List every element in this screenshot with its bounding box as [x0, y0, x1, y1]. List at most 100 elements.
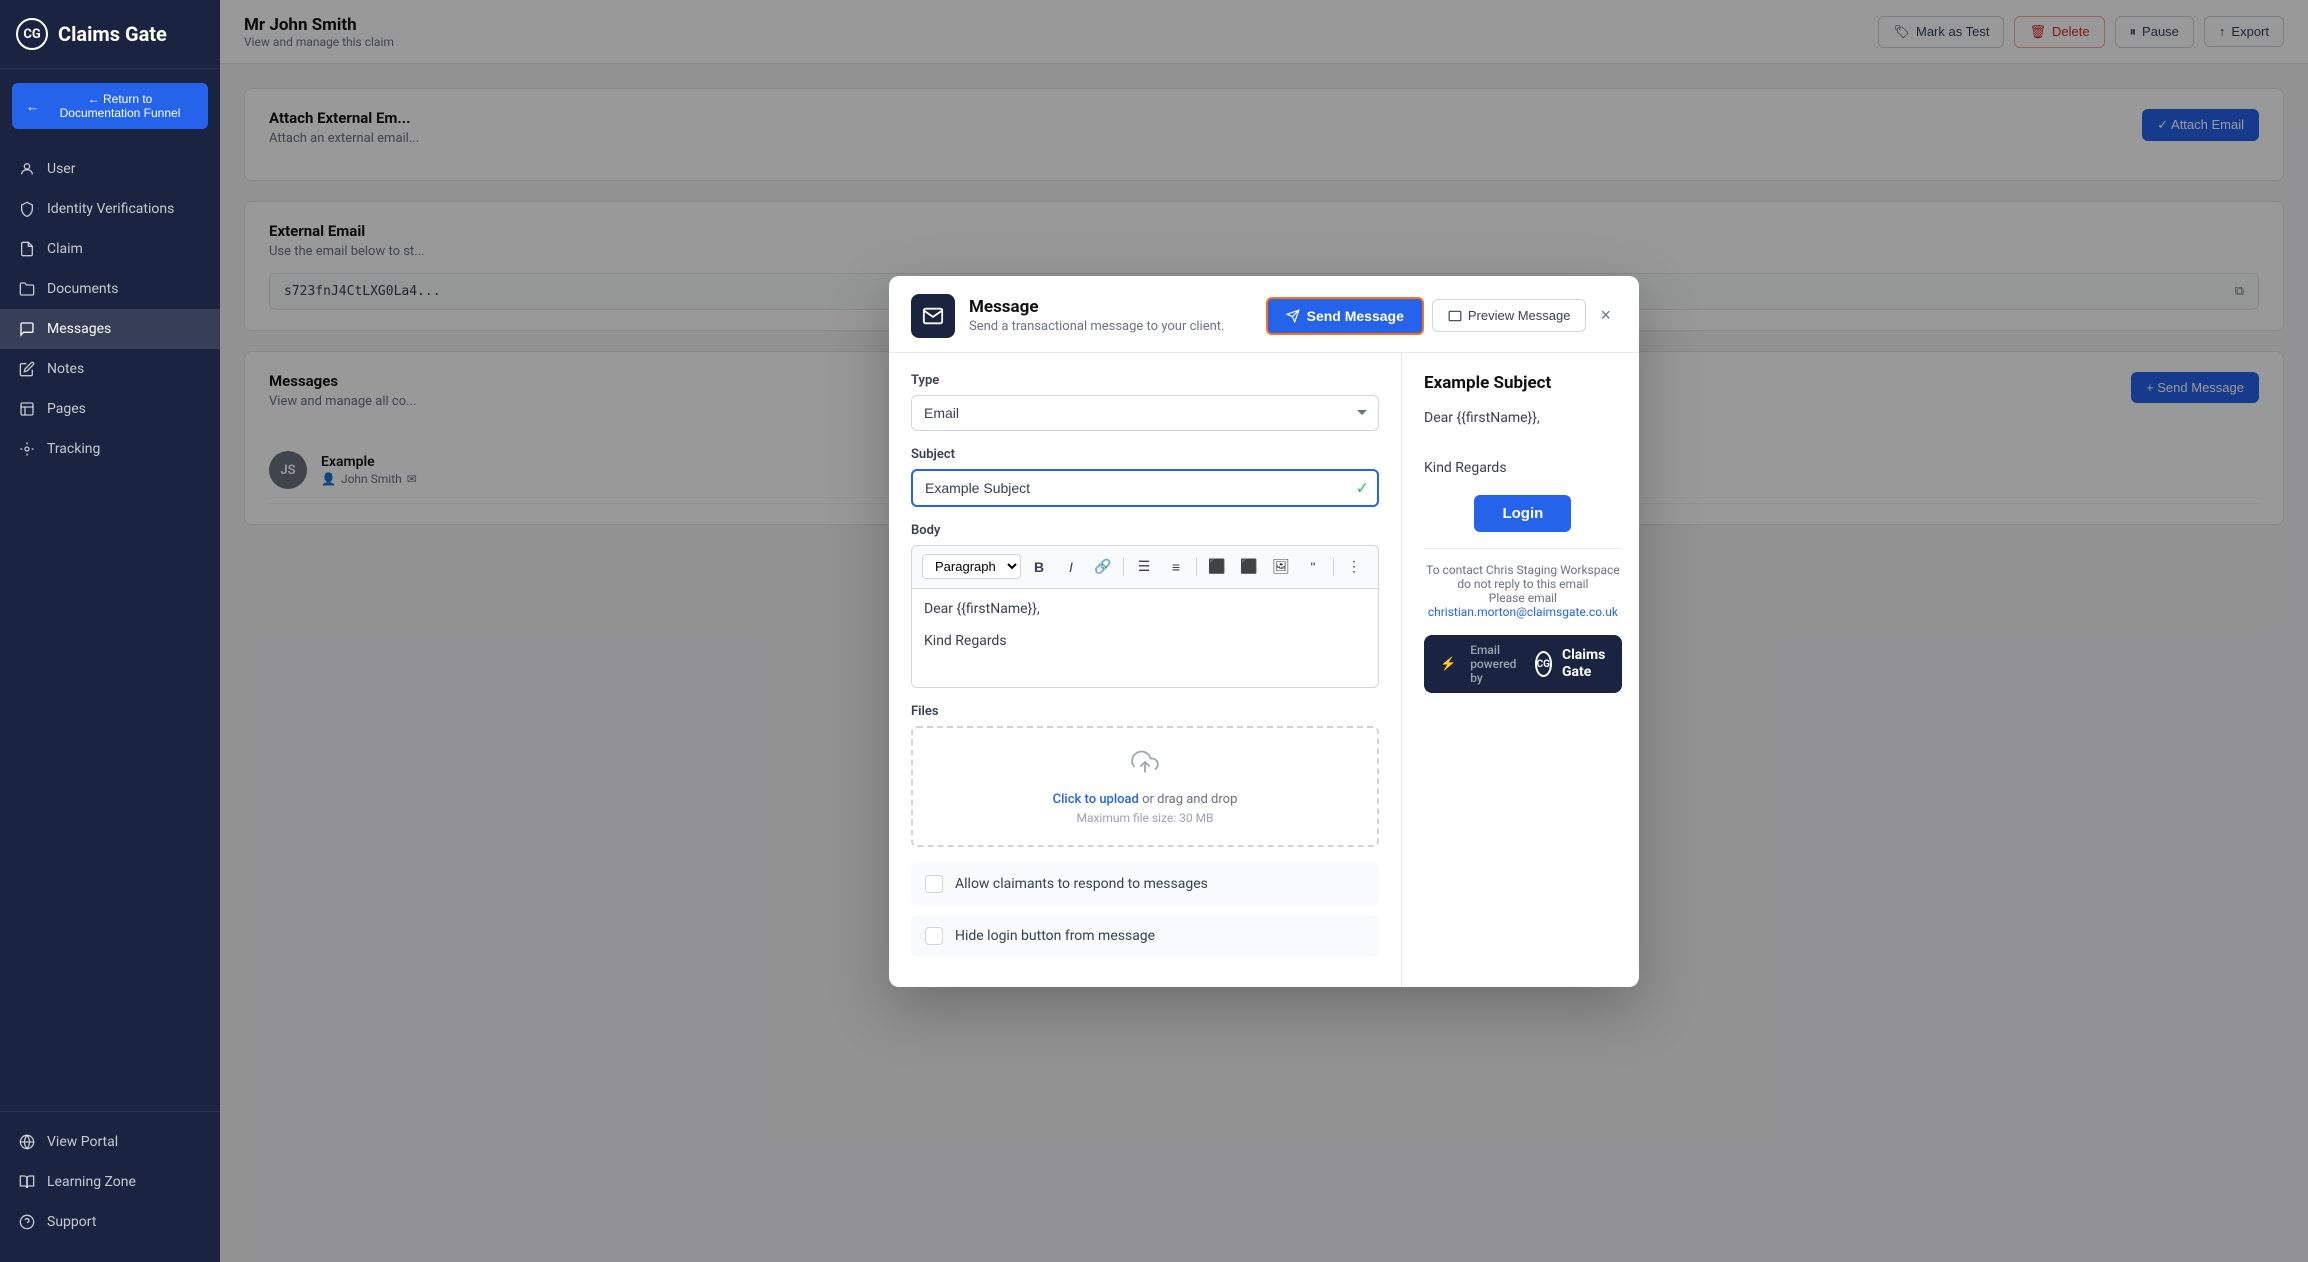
powered-brand: Claims Gate — [1562, 647, 1606, 681]
preview-closing: Kind Regards — [1424, 457, 1622, 479]
modal-preview-panel: Example Subject Dear {{firstName}}, Kind… — [1402, 353, 1639, 987]
type-select[interactable]: Email — [911, 395, 1379, 431]
subject-check-icon: ✓ — [1356, 478, 1369, 497]
sidebar-item-label: Messages — [47, 321, 111, 337]
sidebar-item-user[interactable]: User — [0, 149, 220, 189]
bullet-list-button[interactable]: ☰ — [1130, 553, 1158, 581]
support-icon — [18, 1213, 36, 1231]
modal-subtitle: Send a transactional message to your cli… — [969, 319, 1224, 334]
files-section: Files Click to upload or drag and drop M… — [911, 704, 1379, 847]
preview-login-label: Login — [1502, 505, 1543, 522]
modal-preview-button[interactable]: Preview Message — [1432, 299, 1587, 332]
files-label: Files — [911, 704, 1379, 719]
tracking-icon — [18, 440, 36, 458]
subject-input-wrapper: ✓ — [911, 469, 1379, 507]
sidebar-item-label: Notes — [47, 361, 84, 377]
portal-icon — [18, 1133, 36, 1151]
notes-icon — [18, 360, 36, 378]
body-line-1: Dear {{firstName}}, — [924, 601, 1366, 617]
user-icon — [18, 160, 36, 178]
editor-body[interactable]: Dear {{firstName}}, Kind Regards — [911, 588, 1379, 688]
lightning-icon: ⚡ — [1440, 657, 1456, 672]
subject-group: Subject ✓ — [911, 447, 1379, 507]
checkbox-hide-login-row: Hide login button from message — [911, 915, 1379, 957]
toolbar-divider-2 — [1196, 558, 1197, 576]
contact-line2: Please email christian.morton@claimsgate… — [1424, 591, 1622, 619]
editor-toolbar: Paragraph B I 🔗 ☰ ≡ ⬛ ⬛ 🖼 " — [911, 545, 1379, 588]
preview-subject: Example Subject — [1424, 373, 1622, 393]
sidebar-item-label: Identity Verifications — [47, 201, 174, 217]
sidebar-item-label: Pages — [47, 401, 86, 417]
sidebar-item-tracking[interactable]: Tracking — [0, 429, 220, 469]
contact-email-link[interactable]: christian.morton@claimsgate.co.uk — [1428, 605, 1618, 619]
modal-header-icon — [911, 294, 955, 338]
sidebar-item-label: View Portal — [47, 1134, 118, 1150]
main-content: Mr John Smith View and manage this claim… — [220, 0, 2308, 1262]
logo-icon: CG — [16, 18, 48, 50]
modal-send-label: Send Message — [1307, 308, 1404, 324]
drag-text: or drag and drop — [1139, 792, 1237, 807]
sidebar-item-support[interactable]: Support — [0, 1202, 220, 1242]
italic-button[interactable]: I — [1057, 553, 1085, 581]
upload-link[interactable]: Click to upload — [1053, 792, 1139, 807]
modal-body: Type Email Subject ✓ — [889, 353, 1639, 987]
sidebar-item-claim[interactable]: Claim — [0, 229, 220, 269]
image-button[interactable]: 🖼 — [1267, 553, 1295, 581]
sidebar-item-learning-zone[interactable]: Learning Zone — [0, 1162, 220, 1202]
subject-label: Subject — [911, 447, 1379, 462]
pages-icon — [18, 400, 36, 418]
learning-icon — [18, 1173, 36, 1191]
sidebar-item-notes[interactable]: Notes — [0, 349, 220, 389]
sidebar-item-messages[interactable]: Messages — [0, 309, 220, 349]
files-max-size: Maximum file size: 30 MB — [933, 811, 1357, 825]
sidebar-item-label: Documents — [47, 281, 118, 297]
upload-icon — [933, 748, 1357, 782]
paragraph-select[interactable]: Paragraph — [922, 554, 1021, 579]
body-label: Body — [911, 523, 1379, 538]
checkbox-respond-label: Allow claimants to respond to messages — [955, 876, 1208, 892]
preview-login-button[interactable]: Login — [1474, 495, 1571, 532]
modal-header: Message Send a transactional message to … — [889, 276, 1639, 353]
quote-button[interactable]: " — [1299, 553, 1327, 581]
preview-greeting: Dear {{firstName}}, — [1424, 407, 1622, 429]
sidebar-item-label: Support — [47, 1214, 96, 1230]
return-icon: ← — [26, 99, 39, 114]
sidebar-item-identity[interactable]: Identity Verifications — [0, 189, 220, 229]
sidebar-item-documents[interactable]: Documents — [0, 269, 220, 309]
allow-respond-checkbox[interactable] — [925, 875, 943, 893]
ordered-list-button[interactable]: ≡ — [1162, 553, 1190, 581]
modal-title-block: Message Send a transactional message to … — [969, 297, 1224, 334]
preview-spacer — [1424, 441, 1622, 457]
align-left-button[interactable]: ⬛ — [1203, 553, 1231, 581]
shield-icon — [18, 200, 36, 218]
align-right-button[interactable]: ⬛ — [1235, 553, 1263, 581]
sidebar-item-label: User — [47, 161, 75, 177]
toolbar-divider-1 — [1123, 558, 1124, 576]
sidebar-item-pages[interactable]: Pages — [0, 389, 220, 429]
return-to-funnel-button[interactable]: ← ← Return to Documentation Funnel — [12, 83, 208, 129]
return-btn-label: ← Return to Documentation Funnel — [46, 92, 194, 120]
checkbox-respond-row: Allow claimants to respond to messages — [911, 863, 1379, 905]
modal-send-button[interactable]: Send Message — [1266, 297, 1424, 335]
files-text: Click to upload or drag and drop — [933, 788, 1357, 807]
preview-contact: To contact Chris Staging Workspace do no… — [1424, 548, 1622, 619]
modal-form: Type Email Subject ✓ — [889, 353, 1402, 987]
link-button[interactable]: 🔗 — [1089, 553, 1117, 581]
email-powered-text: Email powered by — [1470, 643, 1524, 685]
modal-close-button[interactable]: × — [1594, 301, 1617, 330]
sidebar-logo: CG Claims Gate — [0, 0, 220, 69]
powered-logo-text: Claims Gate — [1562, 647, 1606, 681]
body-line-2 — [924, 617, 1366, 633]
hide-login-checkbox[interactable] — [925, 927, 943, 945]
body-line-3: Kind Regards — [924, 633, 1366, 649]
subject-input[interactable] — [911, 469, 1379, 507]
bold-button[interactable]: B — [1025, 553, 1053, 581]
type-label: Type — [911, 373, 1379, 388]
modal-overlay: Message Send a transactional message to … — [220, 0, 2308, 1262]
file-icon — [18, 240, 36, 258]
sidebar-item-label: Tracking — [47, 441, 100, 457]
more-options-button[interactable]: ⋮ — [1340, 553, 1368, 581]
files-drop-zone[interactable]: Click to upload or drag and drop Maximum… — [911, 726, 1379, 847]
sidebar-item-view-portal[interactable]: View Portal — [0, 1122, 220, 1162]
sidebar-nav: User Identity Verifications Claim Docume… — [0, 143, 220, 1111]
